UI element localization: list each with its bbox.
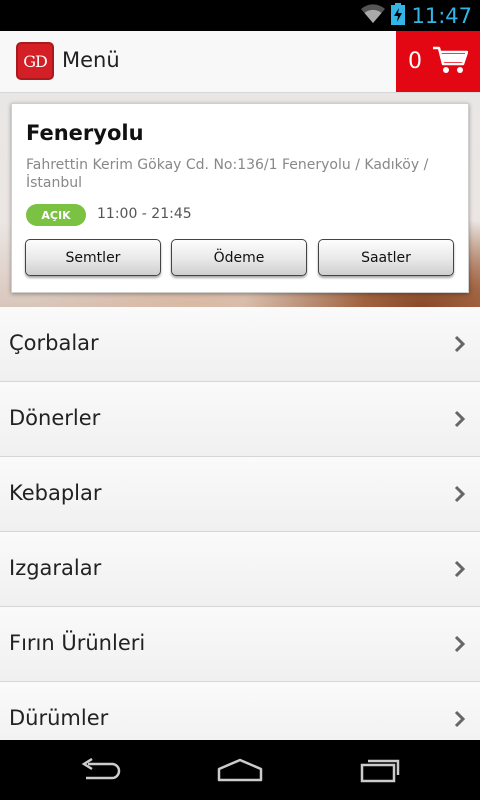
cart-icon (432, 45, 469, 79)
status-time: 11:47 (411, 3, 472, 28)
back-button[interactable] (75, 752, 125, 788)
chevron-right-icon (454, 635, 466, 653)
opening-hours: 11:00 - 21:45 (97, 206, 192, 222)
cart-button[interactable]: 0 (396, 31, 480, 92)
list-item[interactable]: Çorbalar (0, 307, 480, 382)
list-item-label: Fırın Ürünleri (9, 631, 146, 655)
cart-count: 0 (408, 49, 422, 74)
page-title: Menü (62, 48, 120, 72)
list-item-label: Dönerler (9, 406, 101, 430)
chevron-right-icon (454, 485, 466, 503)
menu-category-list: Çorbalar Dönerler Kebaplar Izgaralar Fır… (0, 307, 480, 740)
hours-button[interactable]: Saatler (318, 239, 454, 276)
chevron-right-icon (454, 710, 466, 728)
list-item-label: Dürümler (9, 706, 109, 730)
chevron-right-icon (454, 560, 466, 578)
action-bar: GD Menü 0 (0, 31, 480, 93)
payment-button[interactable]: Ödeme (171, 239, 307, 276)
navigation-bar (0, 740, 480, 800)
status-bar: 11:47 (0, 0, 480, 31)
branch-address: Fahrettin Kerim Gökay Cd. No:136/1 Fener… (26, 157, 429, 191)
chevron-right-icon (454, 410, 466, 428)
battery-charging-icon (391, 2, 406, 29)
branch-name: Feneryolu (26, 121, 144, 145)
districts-button[interactable]: Semtler (25, 239, 161, 276)
status-badge: AÇIK (26, 204, 86, 226)
recents-icon (360, 759, 400, 783)
recents-button[interactable] (355, 752, 405, 788)
branch-info-card: Feneryolu Fahrettin Kerim Gökay Cd. No:1… (11, 103, 469, 293)
home-icon (217, 758, 263, 782)
list-item-label: Çorbalar (9, 331, 99, 355)
app-logo[interactable]: GD (16, 42, 54, 80)
list-item-label: Izgaralar (9, 556, 102, 580)
list-item[interactable]: Dürümler (0, 682, 480, 740)
home-button[interactable] (215, 752, 265, 788)
list-item[interactable]: Kebaplar (0, 457, 480, 532)
wifi-icon (361, 3, 386, 28)
list-item[interactable]: Izgaralar (0, 532, 480, 607)
list-item-label: Kebaplar (9, 481, 102, 505)
list-item[interactable]: Fırın Ürünleri (0, 607, 480, 682)
list-item[interactable]: Dönerler (0, 382, 480, 457)
back-icon (81, 758, 121, 780)
chevron-right-icon (454, 335, 466, 353)
